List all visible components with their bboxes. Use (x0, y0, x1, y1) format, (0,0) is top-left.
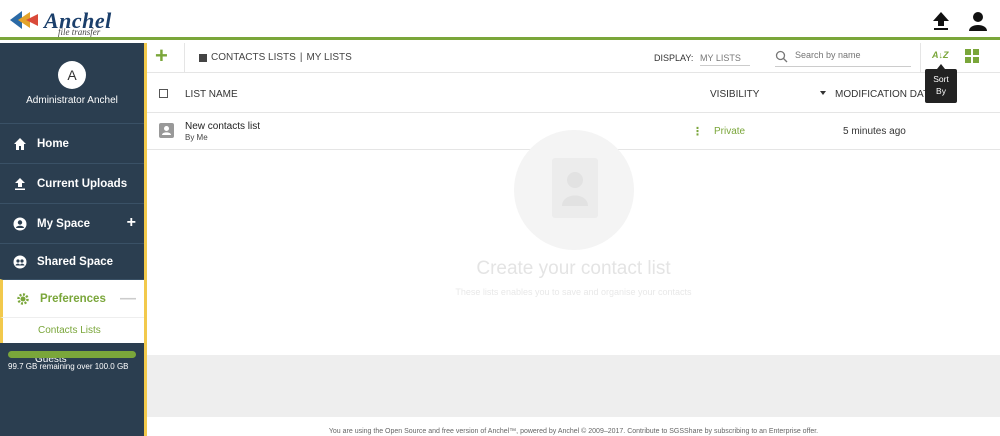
upload-icon (12, 176, 28, 192)
sidebar-item-label: Shared Space (37, 255, 114, 268)
gear-icon (15, 291, 31, 307)
display-select[interactable]: MY LISTS (700, 53, 750, 66)
search-icon (775, 50, 788, 63)
contact-book-illustration-icon (514, 130, 634, 250)
toolbar-divider (184, 43, 185, 73)
search-input[interactable] (795, 50, 905, 60)
logo-icon (10, 11, 38, 29)
breadcrumb-contacts-lists[interactable]: CONTACTS LISTS (211, 52, 296, 63)
breadcrumb-separator: | (299, 52, 303, 63)
list-visibility: Private (714, 126, 746, 137)
sidebar-item-label: Current Uploads (37, 177, 128, 190)
list-name[interactable]: New contacts list (185, 121, 260, 132)
home-icon (12, 136, 28, 152)
toolbar-divider (920, 43, 921, 73)
sidebar-item-shared-space[interactable]: Shared Space (0, 243, 144, 279)
sidebar-item-my-space[interactable]: My Space + (0, 203, 144, 243)
sidebar-subitem-label: Contacts Lists (38, 325, 101, 336)
content-footer-band (147, 355, 1000, 417)
upload-icon[interactable] (929, 9, 953, 33)
breadcrumb-my-lists: MY LISTS (306, 52, 352, 63)
group-icon (12, 254, 28, 270)
column-modification-date[interactable]: MODIFICATION DAT (835, 89, 929, 100)
grid-view-icon[interactable] (965, 49, 979, 63)
user-profile[interactable]: A Administrator Anchel (0, 43, 144, 123)
grid-cell (973, 49, 979, 55)
sidebar-item-current-uploads[interactable]: Current Uploads (0, 163, 144, 203)
top-bar: Anchel file transfer (0, 0, 1000, 40)
user-name: Administrator Anchel (26, 95, 118, 106)
select-all-checkbox[interactable] (159, 89, 168, 98)
sidebar-item-label: Home (37, 137, 69, 150)
empty-state-subtitle: These lists enables you to save and orga… (455, 287, 692, 297)
expand-icon[interactable]: + (127, 214, 136, 232)
sidebar-item-label: My Space (37, 217, 91, 230)
sort-az-icon[interactable]: A↓Z (932, 50, 949, 60)
user-icon[interactable] (966, 9, 990, 33)
grid-cell (973, 57, 979, 63)
column-visibility[interactable]: VISIBILITY (710, 89, 759, 100)
list-modified: 5 minutes ago (843, 126, 906, 137)
footer-text: You are using the Open Source and free v… (328, 428, 819, 435)
quota-bar (8, 351, 136, 358)
add-list-button[interactable]: + (155, 45, 175, 69)
tooltip-line: Sort (933, 74, 949, 84)
logo-tagline: file transfer (58, 27, 101, 37)
empty-state: Create your contact list These lists ena… (147, 130, 1000, 355)
contact-book-icon (199, 53, 207, 62)
sidebar: A Administrator Anchel Home Current Uplo… (0, 43, 144, 436)
sort-desc-icon[interactable] (820, 91, 826, 95)
column-list-name[interactable]: LIST NAME (185, 89, 238, 100)
table-header: LIST NAME VISIBILITY MODIFICATION DAT (147, 73, 1000, 113)
collapse-icon[interactable]: — (120, 290, 136, 308)
grid-cell (965, 57, 971, 63)
display-label: DISPLAY: (654, 53, 694, 63)
quota-text: 99.7 GB remaining over 100.0 GB (8, 362, 129, 371)
search-box (775, 47, 911, 67)
storage-quota: 99.7 GB remaining over 100.0 GB (8, 351, 136, 372)
avatar[interactable]: A (58, 61, 86, 89)
sidebar-subitem-contacts-lists[interactable]: Contacts Lists (0, 317, 144, 343)
contact-list-icon (159, 123, 174, 138)
grid-cell (965, 49, 971, 55)
sort-tooltip: Sort By (925, 64, 957, 103)
list-owner: By Me (185, 133, 208, 142)
sidebar-item-home[interactable]: Home (0, 123, 144, 163)
sidebar-item-preferences[interactable]: Preferences — (0, 279, 144, 317)
empty-state-title: Create your contact list (476, 258, 671, 279)
app-logo[interactable]: Anchel file transfer (8, 6, 138, 37)
sidebar-item-label: Preferences (40, 292, 106, 305)
user-circle-icon (12, 216, 28, 232)
tooltip-line: By (936, 86, 946, 96)
toolbar: + CONTACTS LISTS | MY LISTS DISPLAY: MY … (147, 43, 1000, 73)
row-menu-icon[interactable]: ⋮ (692, 125, 703, 138)
breadcrumb: CONTACTS LISTS | MY LISTS (199, 52, 352, 63)
